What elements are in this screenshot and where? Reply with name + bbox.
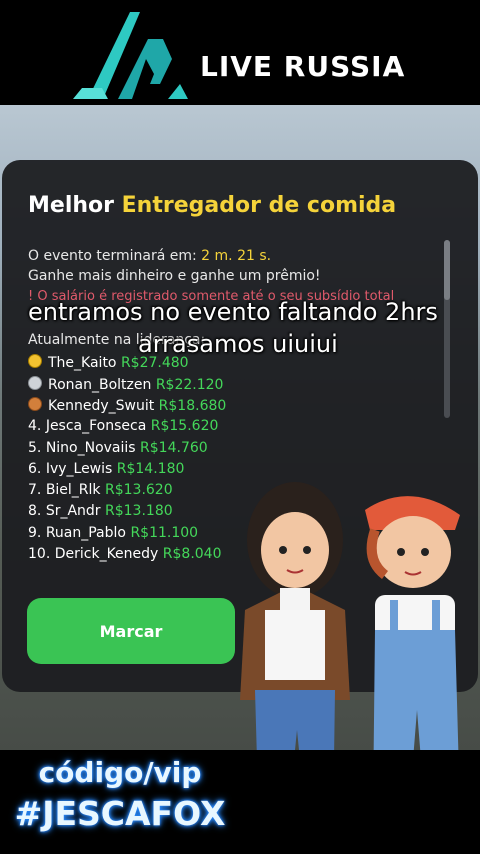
- leader-pos: 9.: [28, 525, 42, 541]
- overlay-caption-line2: arrasamos uiuiui: [138, 330, 338, 358]
- leader-pos: 6.: [28, 461, 42, 477]
- leader-amount: R$14.180: [116, 461, 185, 477]
- leader-amount: R$14.760: [140, 440, 208, 456]
- leader-row: 10. Derick_Kenedy R$8.040: [28, 546, 222, 562]
- marcar-button[interactable]: Marcar: [27, 598, 235, 664]
- leader-pos: 8.: [28, 503, 42, 519]
- leader-row: 4. Jesca_Fonseca R$15.620: [28, 418, 218, 434]
- leader-amount: R$11.100: [130, 525, 199, 541]
- leader-amount: R$13.180: [105, 503, 173, 519]
- leader-row: Ronan_Boltzen R$22.120: [28, 376, 223, 393]
- top-banner: LIVE RUSSIA: [0, 0, 480, 105]
- panel-title: Melhor Entregador de comida: [28, 193, 396, 218]
- promo-line1: código/vip: [38, 756, 202, 789]
- leader-name: Ronan_Boltzen: [48, 377, 152, 393]
- leader-name: Nino_Novaiis: [45, 440, 136, 456]
- leader-name: The_Kaito: [48, 355, 117, 371]
- ends-label: O evento terminará em:: [28, 248, 197, 264]
- bronze-medal-icon: [28, 397, 42, 411]
- overlay-caption-line1: entramos no evento faltando 2hrs: [28, 298, 438, 326]
- event-ends-line: O evento terminará em: 2 m. 21 s.: [28, 248, 271, 264]
- ends-value: 2 m. 21 s.: [201, 248, 272, 264]
- leader-amount: R$18.680: [158, 398, 227, 414]
- leader-amount: R$13.620: [105, 482, 173, 498]
- leader-row: Kennedy_Swuit R$18.680: [28, 397, 226, 414]
- scrollbar-thumb[interactable]: [444, 240, 450, 300]
- leader-name: Derick_Kenedy: [54, 546, 159, 562]
- title-prefix: Melhor: [28, 193, 114, 218]
- lr-logo-icon: [73, 12, 188, 99]
- leader-row: 6. Ivy_Lewis R$14.180: [28, 461, 184, 477]
- tagline: Ganhe mais dinheiro e ganhe um prêmio!: [28, 268, 321, 284]
- leader-amount: R$22.120: [155, 377, 224, 393]
- leader-pos: 5.: [28, 440, 42, 456]
- brand-title: LIVE RUSSIA: [200, 50, 406, 83]
- leader-pos: 10.: [28, 546, 51, 562]
- leader-row: 8. Sr_Andr R$13.180: [28, 503, 173, 519]
- leader-pos: 7.: [28, 482, 42, 498]
- title-accent: Entregador de comida: [121, 193, 397, 218]
- leader-name: Jesca_Fonseca: [45, 418, 147, 434]
- leader-row: 9. Ruan_Pablo R$11.100: [28, 525, 198, 541]
- leader-name: Ivy_Lewis: [45, 461, 113, 477]
- leader-name: Ruan_Pablo: [45, 525, 126, 541]
- leader-pos: 4.: [28, 418, 42, 434]
- leader-name: Sr_Andr: [45, 503, 101, 519]
- leader-name: Kennedy_Swuit: [48, 398, 155, 414]
- promo-code: #JESCAFOX: [14, 794, 226, 833]
- leader-row: 7. Biel_Rlk R$13.620: [28, 482, 173, 498]
- leader-amount: R$8.040: [162, 546, 222, 562]
- panel-scrollbar[interactable]: [444, 240, 450, 418]
- gold-medal-icon: [28, 354, 42, 368]
- silver-medal-icon: [28, 376, 42, 390]
- leader-row: 5. Nino_Novaiis R$14.760: [28, 440, 208, 456]
- leader-name: Biel_Rlk: [45, 482, 101, 498]
- leader-amount: R$15.620: [150, 418, 219, 434]
